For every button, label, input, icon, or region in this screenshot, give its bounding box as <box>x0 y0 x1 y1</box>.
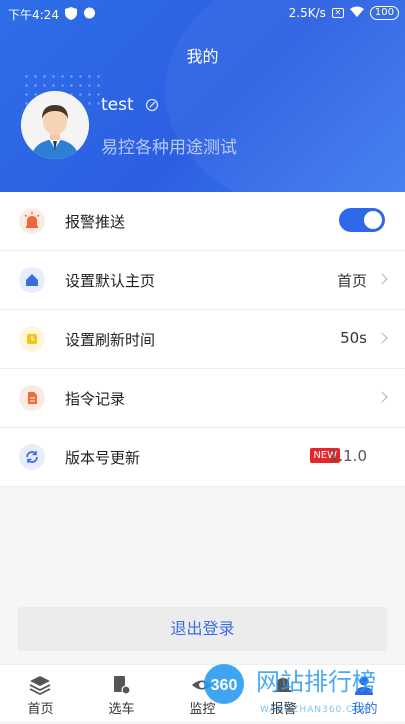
logout-button[interactable]: 退出登录 <box>18 607 387 651</box>
tab-alarm[interactable]: 报警 <box>243 665 324 721</box>
version-value: 1.1.0 <box>328 447 367 465</box>
settings-row-command-log[interactable]: 指令记录 <box>0 369 405 428</box>
chat-icon <box>83 7 96 23</box>
avatar[interactable] <box>21 91 89 159</box>
refresh-icon <box>19 444 45 470</box>
settings-row-label: 报警推送 <box>65 213 126 231</box>
alarm-icon <box>19 208 45 234</box>
settings-row-label: 设置刷新时间 <box>65 331 156 349</box>
refresh-time-value: 50s <box>340 329 367 347</box>
tab-label: 我的 <box>351 702 378 717</box>
tab-label: 首页 <box>27 702 54 717</box>
edit-icon[interactable] <box>145 97 159 116</box>
settings-list: 报警推送 设置默认主页 首页 设置刷新时间 50s 指令记录 版本号更新 NEW… <box>0 192 405 487</box>
eye-icon <box>190 673 214 697</box>
chevron-right-icon <box>376 332 388 344</box>
document-icon <box>19 385 45 411</box>
clock-icon <box>19 326 45 352</box>
shield-icon <box>64 6 77 23</box>
status-time: 下午4:24 <box>8 8 59 22</box>
default-home-value: 首页 <box>336 272 367 290</box>
settings-row-label: 设置默认主页 <box>65 272 156 290</box>
page-title: 我的 <box>186 47 219 66</box>
network-speed: 2.5K/s <box>288 6 326 20</box>
tab-label: 报警 <box>270 702 297 717</box>
tab-mine[interactable]: 我的 <box>324 665 405 721</box>
bell-icon <box>271 673 295 697</box>
tab-label: 监控 <box>189 702 216 717</box>
tab-select-car[interactable]: 选车 <box>81 665 162 721</box>
settings-row-label: 指令记录 <box>65 390 126 408</box>
username: test <box>101 95 134 115</box>
toggle-knob <box>364 211 382 229</box>
car-select-icon <box>109 673 133 697</box>
tab-monitor[interactable]: 监控 <box>162 665 243 721</box>
layers-icon <box>28 673 52 697</box>
settings-row-alarm-push[interactable]: 报警推送 <box>0 192 405 251</box>
settings-row-label: 版本号更新 <box>65 449 141 467</box>
sim-off-icon: ✕ <box>331 8 344 18</box>
user-icon <box>352 673 376 697</box>
wifi-icon <box>349 6 364 20</box>
header-wave-decoration <box>165 0 405 192</box>
tab-home[interactable]: 首页 <box>0 665 81 721</box>
settings-row-version-update[interactable]: 版本号更新 NEW 1.1.0 <box>0 428 405 487</box>
profile-header: 我的 test 易控各种用途测试 <box>0 0 405 192</box>
battery-indicator: 100 <box>369 6 399 20</box>
chevron-right-icon <box>376 273 388 285</box>
tab-label: 选车 <box>108 702 135 717</box>
home-icon <box>19 267 45 293</box>
settings-row-refresh-time[interactable]: 设置刷新时间 50s <box>0 310 405 369</box>
status-bar: 下午4:24 2.5K/s ✕ 100 <box>0 0 405 28</box>
chevron-right-icon <box>376 391 388 403</box>
alarm-push-toggle[interactable] <box>339 208 385 232</box>
settings-row-default-home[interactable]: 设置默认主页 首页 <box>0 251 405 310</box>
bottom-tab-bar: 首页 选车 监控 报警 我的 <box>0 664 405 721</box>
profile-subtitle: 易控各种用途测试 <box>101 138 237 158</box>
